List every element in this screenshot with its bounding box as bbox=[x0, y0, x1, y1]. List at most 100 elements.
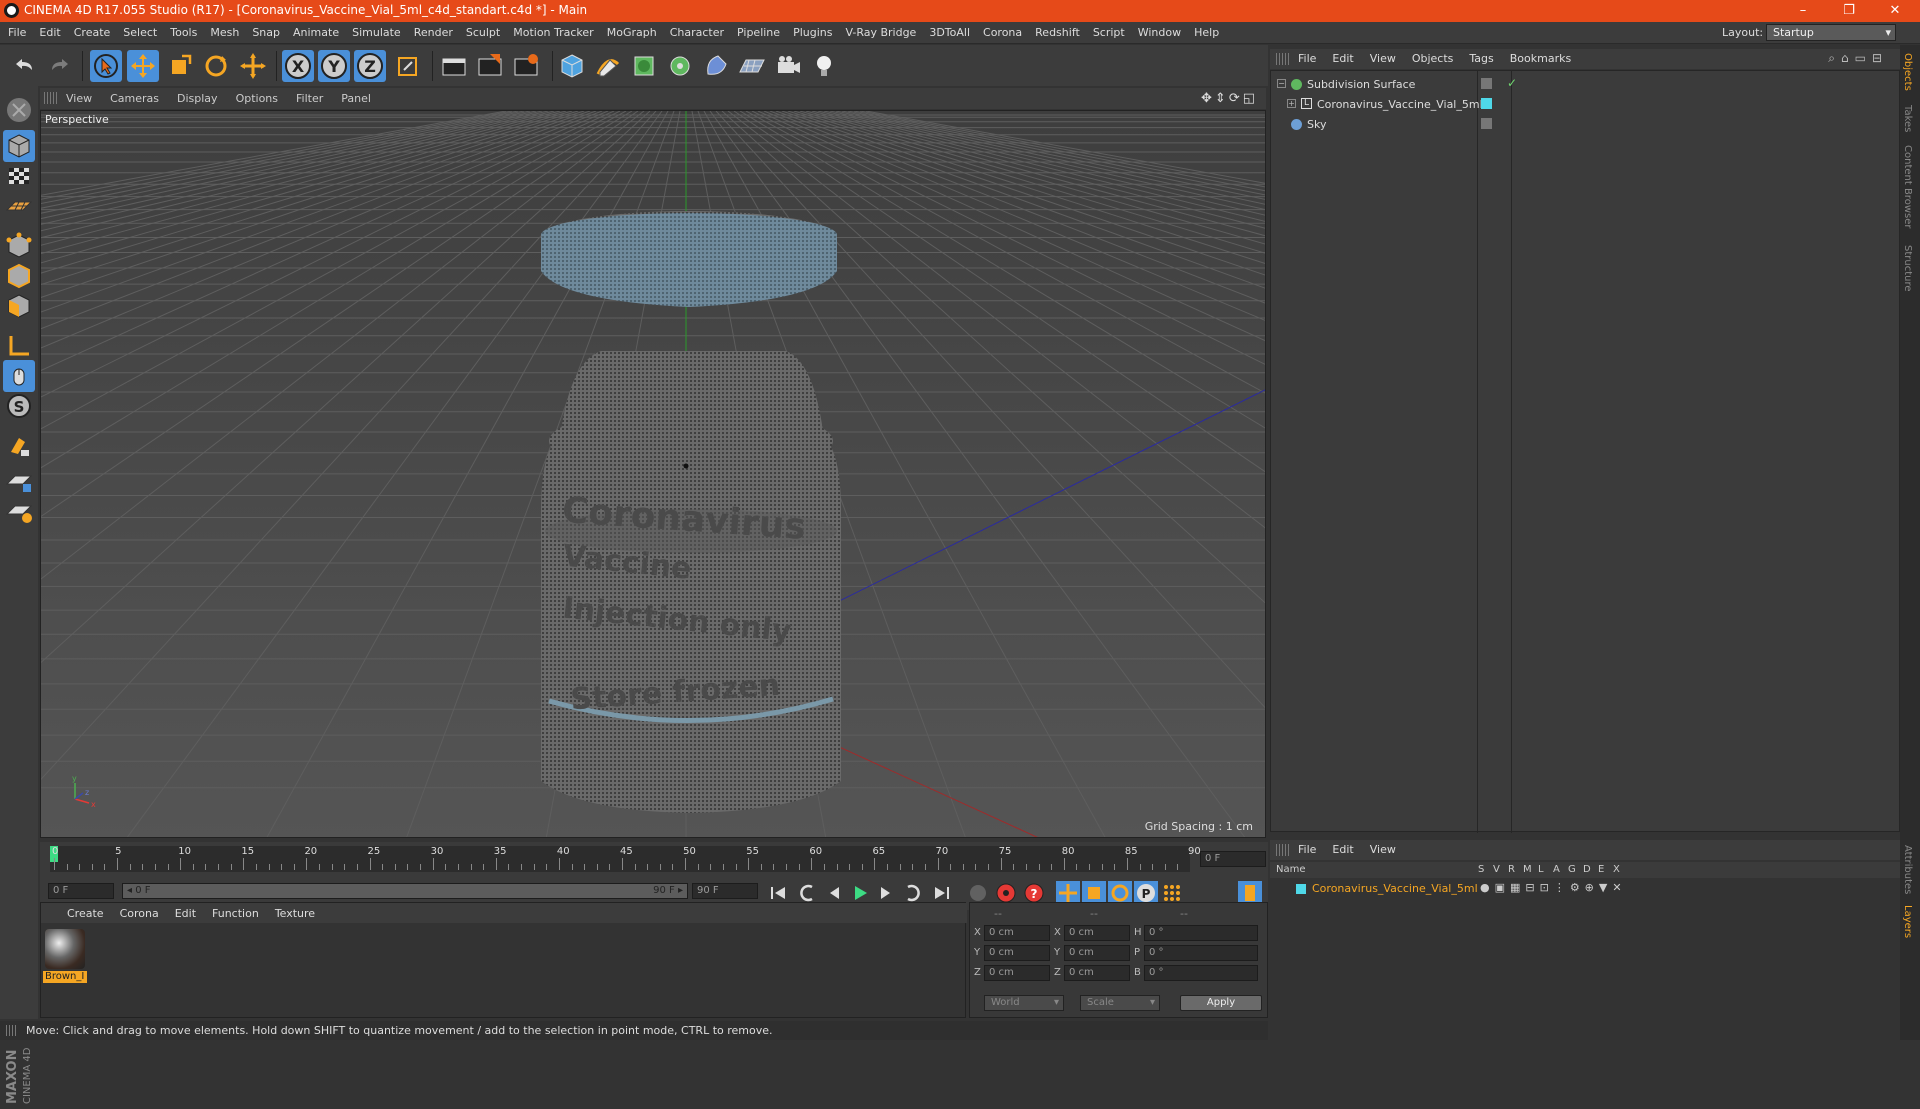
tab-objects[interactable]: Objects bbox=[1902, 53, 1913, 91]
close-button[interactable]: ✕ bbox=[1872, 0, 1918, 22]
object-menu-item-1[interactable]: Edit bbox=[1332, 52, 1353, 65]
y-axis-button[interactable]: Y bbox=[318, 50, 350, 82]
rotate-tool-button[interactable] bbox=[200, 50, 232, 82]
visibility-toggle-icon[interactable] bbox=[1481, 78, 1492, 89]
menu-item-2[interactable]: Create bbox=[74, 26, 111, 39]
coord-system-dropdown[interactable]: World ▾ bbox=[984, 995, 1064, 1011]
layer-color-swatch[interactable] bbox=[1481, 98, 1492, 109]
layer-column-header[interactable]: Name bbox=[1276, 864, 1306, 875]
object-menu-item-2[interactable]: View bbox=[1370, 52, 1396, 65]
viewport-menu-item-4[interactable]: Filter bbox=[296, 92, 323, 105]
layer-list[interactable]: Coronavirus_Vaccine_Vial_5ml ●▣▦⊟⊡⋮⚙⊕▼✕ bbox=[1270, 879, 1900, 1039]
menu-item-13[interactable]: Character bbox=[670, 26, 724, 39]
layer-column-header[interactable]: M bbox=[1523, 864, 1532, 875]
maximize-button[interactable]: ❐ bbox=[1826, 0, 1872, 22]
object-manager-tool-icons[interactable]: ⌕⌂▭⊟ bbox=[1828, 51, 1888, 66]
coord-value-field[interactable]: 0 cm bbox=[1064, 965, 1130, 981]
viewport-menu-item-0[interactable]: View bbox=[66, 92, 92, 105]
menu-item-9[interactable]: Render bbox=[414, 26, 453, 39]
solo-mode-button[interactable]: S bbox=[3, 390, 35, 422]
layer-menu-item-0[interactable]: File bbox=[1298, 843, 1316, 856]
menu-item-15[interactable]: Plugins bbox=[793, 26, 832, 39]
pen-spline-button[interactable] bbox=[592, 50, 624, 82]
workplane-lock-button[interactable] bbox=[3, 466, 35, 498]
viewport-nav-icons[interactable]: ✥⇕⟳◱ bbox=[1201, 91, 1258, 106]
coord-value-field[interactable]: 0 cm bbox=[984, 965, 1050, 981]
material-menu-item-0[interactable]: Create bbox=[67, 907, 104, 920]
layer-row[interactable]: Coronavirus_Vaccine_Vial_5ml ●▣▦⊟⊡⋮⚙⊕▼✕ bbox=[1270, 881, 1900, 897]
tweak-mode-button[interactable] bbox=[3, 360, 35, 392]
drag-handle-icon[interactable] bbox=[1276, 844, 1290, 856]
snapping-button[interactable] bbox=[3, 430, 35, 462]
object-row-vaccine-vial[interactable]: + L Coronavirus_Vaccine_Vial_5ml bbox=[1271, 95, 1901, 114]
object-menu-item-0[interactable]: File bbox=[1298, 52, 1316, 65]
coord-value-field[interactable]: 0 ° bbox=[1144, 925, 1258, 941]
viewport-menu-item-1[interactable]: Cameras bbox=[110, 92, 159, 105]
layer-column-header[interactable]: L bbox=[1538, 864, 1544, 875]
render-view-button[interactable] bbox=[438, 50, 470, 82]
current-frame-field[interactable]: 0 F bbox=[1200, 851, 1266, 867]
menu-item-11[interactable]: Motion Tracker bbox=[513, 26, 593, 39]
edges-mode-button[interactable] bbox=[3, 260, 35, 292]
material-menu-item-4[interactable]: Texture bbox=[275, 907, 315, 920]
layer-column-header[interactable]: A bbox=[1553, 864, 1560, 875]
viewport-menu-item-5[interactable]: Panel bbox=[341, 92, 371, 105]
z-axis-button[interactable]: Z bbox=[354, 50, 386, 82]
floor-button[interactable] bbox=[736, 50, 768, 82]
object-menu-item-3[interactable]: Objects bbox=[1412, 52, 1454, 65]
move-tool-button[interactable] bbox=[127, 50, 159, 82]
workplane-mode-button[interactable] bbox=[3, 190, 35, 222]
perspective-viewport[interactable]: Coronavirus Vaccine Injection only Store… bbox=[40, 110, 1266, 838]
polygons-mode-button[interactable] bbox=[3, 290, 35, 322]
tab-takes[interactable]: Takes bbox=[1902, 105, 1913, 132]
enabled-check-icon[interactable]: ✓ bbox=[1507, 76, 1517, 90]
layer-column-header[interactable]: D bbox=[1583, 864, 1591, 875]
menu-item-19[interactable]: Redshift bbox=[1035, 26, 1080, 39]
material-menu-item-3[interactable]: Function bbox=[212, 907, 259, 920]
tab-attributes[interactable]: Attributes bbox=[1902, 845, 1913, 894]
object-manager-list[interactable]: − Subdivision Surface ✓ + L Coronavirus_… bbox=[1270, 70, 1901, 833]
menu-item-21[interactable]: Window bbox=[1138, 26, 1181, 39]
collapse-toggle-icon[interactable]: − bbox=[1277, 79, 1286, 88]
layer-column-header[interactable]: X bbox=[1613, 864, 1620, 875]
menu-item-20[interactable]: Script bbox=[1093, 26, 1125, 39]
visibility-toggle-icon[interactable] bbox=[1481, 118, 1492, 129]
start-frame-field[interactable]: 0 F bbox=[48, 883, 114, 899]
menu-item-8[interactable]: Simulate bbox=[352, 26, 401, 39]
subdivision-surface-button[interactable] bbox=[628, 50, 660, 82]
scale-tool-button[interactable] bbox=[164, 50, 196, 82]
model-mode-button[interactable] bbox=[3, 130, 35, 162]
light-button[interactable] bbox=[808, 50, 840, 82]
material-swatch[interactable]: Brown_I bbox=[43, 927, 87, 983]
minimize-button[interactable]: – bbox=[1780, 0, 1826, 22]
layer-column-header[interactable]: R bbox=[1508, 864, 1515, 875]
object-row-subdivision-surface[interactable]: − Subdivision Surface ✓ bbox=[1271, 75, 1901, 94]
menu-item-0[interactable]: File bbox=[8, 26, 26, 39]
material-menu-item-1[interactable]: Corona bbox=[120, 907, 159, 920]
menu-item-12[interactable]: MoGraph bbox=[607, 26, 657, 39]
render-settings-button[interactable] bbox=[510, 50, 542, 82]
x-axis-button[interactable]: X bbox=[282, 50, 314, 82]
planar-workplane-button[interactable] bbox=[3, 496, 35, 528]
coord-value-field[interactable]: 0 cm bbox=[1064, 925, 1130, 941]
end-frame-field[interactable]: 90 F bbox=[692, 883, 758, 899]
menu-item-7[interactable]: Animate bbox=[293, 26, 339, 39]
menu-item-3[interactable]: Select bbox=[123, 26, 157, 39]
object-row-sky[interactable]: Sky bbox=[1271, 115, 1901, 134]
live-selection-button[interactable] bbox=[237, 50, 269, 82]
material-menu-item-2[interactable]: Edit bbox=[175, 907, 196, 920]
layer-column-header[interactable]: V bbox=[1493, 864, 1500, 875]
tab-content-browser[interactable]: Content Browser bbox=[1902, 145, 1913, 228]
menu-item-16[interactable]: V-Ray Bridge bbox=[845, 26, 916, 39]
frame-range-slider[interactable]: ◂ 0 F 90 F ▸ bbox=[122, 883, 688, 899]
tab-structure[interactable]: Structure bbox=[1902, 245, 1913, 292]
size-mode-dropdown[interactable]: Scale ▾ bbox=[1080, 995, 1160, 1011]
drag-handle-icon[interactable] bbox=[1276, 53, 1290, 65]
menu-item-4[interactable]: Tools bbox=[170, 26, 197, 39]
menu-item-18[interactable]: Corona bbox=[983, 26, 1022, 39]
make-editable-button[interactable] bbox=[3, 94, 35, 126]
expand-toggle-icon[interactable]: + bbox=[1287, 99, 1296, 108]
layer-menu-item-2[interactable]: View bbox=[1370, 843, 1396, 856]
viewport-menu-item-3[interactable]: Options bbox=[236, 92, 278, 105]
cube-primitive-button[interactable] bbox=[556, 50, 588, 82]
